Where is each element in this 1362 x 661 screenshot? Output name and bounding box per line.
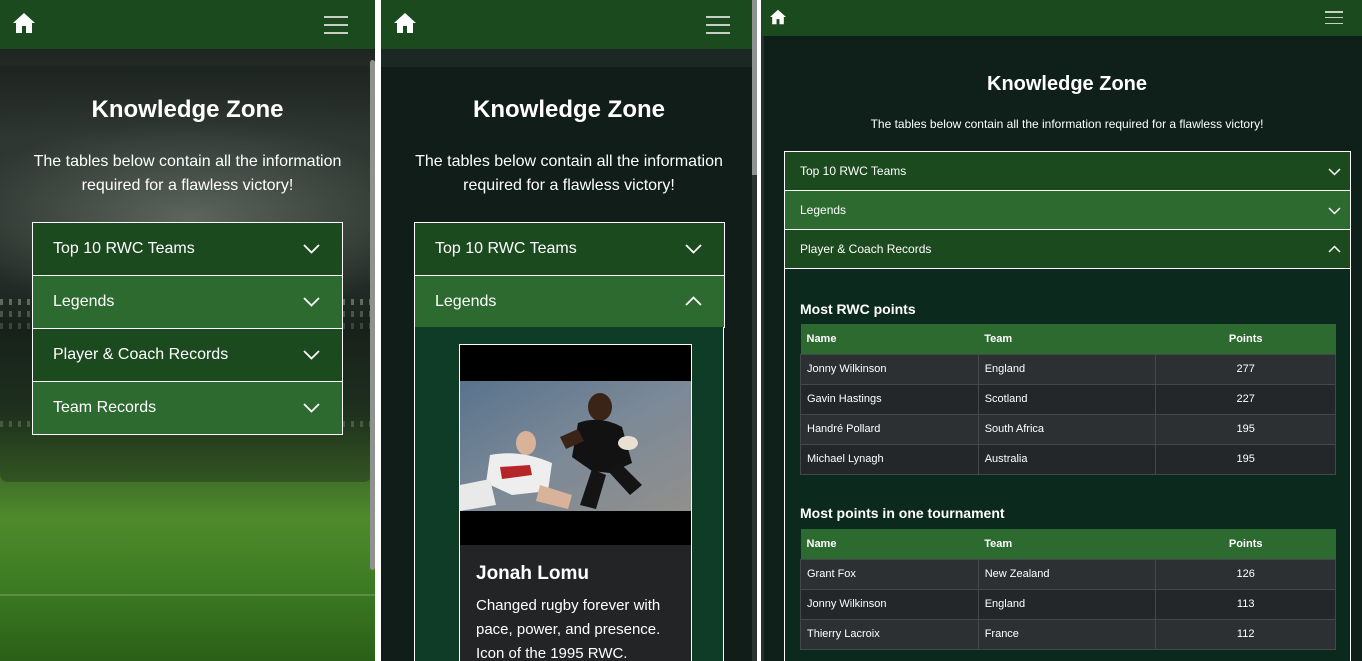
accordion: Top 10 RWC Teams Legends (414, 222, 725, 328)
most-rwc-points-table: Name Team Points Jonny Wilkinson England… (800, 324, 1336, 475)
chevron-down-icon (303, 350, 320, 360)
accordion-label: Player & Coach Records (53, 346, 229, 363)
most-points-one-tournament-table: Name Team Points Grant Fox New Zealand 1… (800, 529, 1336, 650)
accordion-label: Top 10 RWC Teams (53, 240, 195, 257)
accordion-team-records[interactable]: Team Records (32, 382, 343, 435)
home-icon[interactable] (393, 12, 417, 39)
cell-name: Thierry Lacroix (800, 618, 979, 650)
cell-points: 227 (1155, 383, 1336, 415)
column-header-points[interactable]: Points (1155, 324, 1336, 354)
chevron-up-icon (685, 296, 702, 306)
chevron-down-icon (1328, 168, 1341, 176)
home-icon[interactable] (12, 12, 36, 39)
hamburger-menu-icon[interactable] (706, 16, 730, 34)
accordion: Top 10 RWC Teams Legends Player & Coach … (784, 151, 1351, 269)
accordion-label: Player & Coach Records (800, 242, 932, 256)
cell-points: 112 (1155, 618, 1336, 650)
scrollbar-thumb[interactable] (752, 0, 757, 175)
cell-team: France (977, 618, 1157, 650)
chevron-up-icon (1328, 245, 1341, 253)
mobile-view-legends-open: Knowledge Zone The tables below contain … (381, 0, 757, 661)
column-header-team[interactable]: Team (978, 324, 1156, 354)
accordion-legends[interactable]: Legends (414, 276, 725, 328)
page-title: Knowledge Zone (987, 73, 1147, 95)
column-header-points[interactable]: Points (1155, 529, 1336, 559)
chevron-down-icon (685, 244, 702, 254)
table-title-most-points-one-tournament: Most points in one tournament (800, 505, 1005, 521)
cell-points: 195 (1155, 443, 1336, 475)
page-title: Knowledge Zone (91, 96, 284, 123)
chevron-down-icon (303, 403, 320, 413)
cell-team: Scotland (977, 383, 1157, 415)
table-row: Thierry Lacroix France 112 (800, 618, 1336, 650)
home-icon[interactable] (769, 9, 787, 30)
accordion-player-coach-records[interactable]: Player & Coach Records (32, 329, 343, 382)
page-subtitle: The tables below contain all the informa… (33, 153, 342, 194)
table-row: Jonny Wilkinson England 277 (800, 353, 1336, 385)
header-shadow (381, 49, 757, 67)
accordion-label: Top 10 RWC Teams (800, 164, 907, 178)
cell-team: South Africa (977, 413, 1157, 445)
accordion-label: Top 10 RWC Teams (435, 240, 577, 257)
cell-team: England (977, 353, 1157, 385)
desktop-view-records-open: Knowledge Zone The tables below contain … (761, 0, 1362, 661)
table-row: Grant Fox New Zealand 126 (800, 558, 1336, 590)
cell-name: Grant Fox (800, 558, 979, 590)
top-navbar (761, 0, 1362, 36)
table-title-most-rwc-points: Most RWC points (800, 301, 916, 317)
legend-card[interactable]: Jonah Lomu Changed rugby forever with pa… (459, 344, 692, 661)
accordion-legends[interactable]: Legends (32, 276, 343, 329)
accordion-top-10-teams[interactable]: Top 10 RWC Teams (414, 222, 725, 276)
cell-name: Jonny Wilkinson (800, 353, 979, 385)
cell-team: New Zealand (977, 558, 1157, 590)
table-row: Jonny Wilkinson England 113 (800, 588, 1336, 620)
accordion-top-10-teams[interactable]: Top 10 RWC Teams (32, 222, 343, 276)
scrollbar[interactable] (761, 0, 764, 661)
chevron-down-icon (303, 244, 320, 254)
column-header-name[interactable]: Name (800, 324, 979, 354)
page-subtitle: The tables below contain all the informa… (415, 153, 723, 194)
cell-team: Australia (977, 443, 1157, 475)
top-navbar (381, 0, 752, 49)
column-header-team[interactable]: Team (978, 529, 1156, 559)
table-row: Michael Lynagh Australia 195 (800, 443, 1336, 475)
page-subtitle: The tables below contain all the informa… (870, 117, 1264, 131)
cell-points: 195 (1155, 413, 1336, 445)
hamburger-menu-icon[interactable] (324, 16, 348, 34)
legend-photo (460, 345, 691, 545)
cell-name: Gavin Hastings (800, 383, 979, 415)
legend-name: Jonah Lomu (476, 563, 589, 584)
accordion-label: Team Records (53, 399, 157, 416)
scrollbar-thumb[interactable] (370, 60, 375, 570)
legend-description: Changed rugby forever with pace, power, … (476, 597, 661, 661)
accordion-label: Legends (53, 293, 115, 310)
chevron-down-icon (1328, 207, 1341, 215)
top-navbar (0, 0, 375, 49)
accordion-label: Legends (800, 203, 847, 217)
accordion-legends[interactable]: Legends (784, 191, 1351, 230)
cell-name: Michael Lynagh (800, 443, 979, 475)
cell-name: Jonny Wilkinson (800, 588, 979, 620)
page-title: Knowledge Zone (473, 96, 665, 123)
hamburger-menu-icon[interactable] (1325, 11, 1343, 24)
table-row: Handré Pollard South Africa 195 (800, 413, 1336, 445)
cell-points: 277 (1155, 353, 1336, 385)
mobile-view-collapsed: Knowledge Zone The tables below contain … (0, 0, 375, 661)
accordion-label: Legends (435, 292, 497, 310)
column-header-name[interactable]: Name (800, 529, 979, 559)
cell-points: 126 (1155, 558, 1336, 590)
accordion-top-10-teams[interactable]: Top 10 RWC Teams (784, 151, 1351, 191)
accordion-player-coach-records[interactable]: Player & Coach Records (784, 230, 1351, 269)
table-row: Gavin Hastings Scotland 227 (800, 383, 1336, 415)
accordion: Top 10 RWC Teams Legends Player & Coach … (32, 222, 343, 435)
cell-points: 113 (1155, 588, 1336, 620)
cell-name: Handré Pollard (800, 413, 979, 445)
cell-team: England (977, 588, 1157, 620)
chevron-down-icon (303, 297, 320, 307)
